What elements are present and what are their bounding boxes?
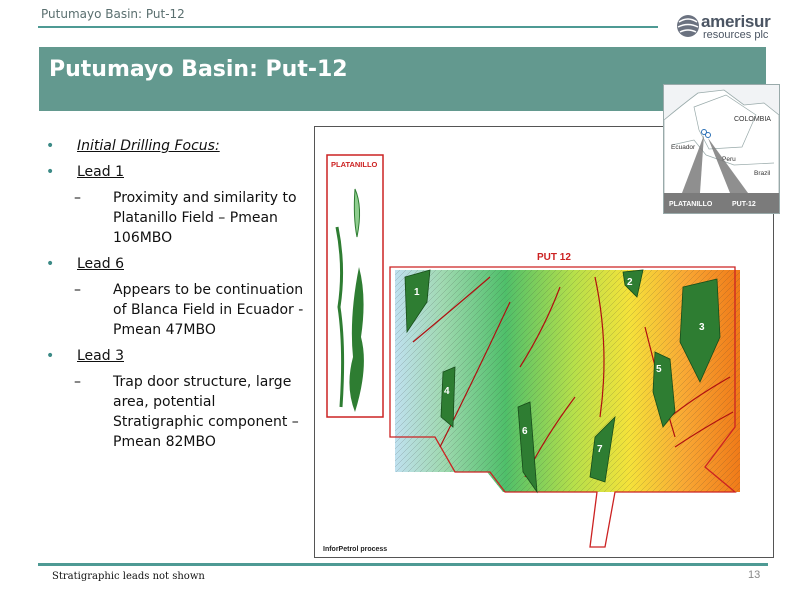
platanillo-label: PLATANILLO [331,160,378,169]
bullet-lead-6: • Lead 6 [40,254,310,274]
sub-bullet-text: Trap door structure, large area, potenti… [113,374,299,450]
lead-number: 2 [627,277,633,288]
inset-put12: PUT-12 [732,201,756,208]
sub-bullet-lead-3: – Trap door structure, large area, poten… [40,372,310,452]
inset-brazil: Brazil [754,170,771,177]
bullet-dot-icon: • [46,256,55,272]
bullet-lead-3: • Lead 3 [40,346,310,366]
inset-svg: COLOMBIA Ecuador Peru Brazil PLATANILLO … [664,85,779,213]
bottom-divider [38,563,768,566]
sub-bullet-text: Appears to be continuation of Blanca Fie… [113,282,304,338]
company-logo: amerisur resources plc [676,10,796,44]
lead-number: 1 [414,287,420,298]
page-number: 13 [748,569,761,581]
sub-bullet-lead-6: – Appears to be continuation of Blanca F… [40,280,310,340]
bullet-dot-icon: • [46,164,55,180]
dash-icon: – [74,374,81,390]
dash-icon: – [74,190,81,206]
inset-ecuador: Ecuador [671,144,696,151]
lead-number: 6 [522,426,528,437]
bullet-list: • Initial Drilling Focus: • Lead 1 – Pro… [40,136,310,458]
sub-bullet-text: Proximity and similarity to Platanillo F… [113,190,297,246]
inset-colombia: COLOMBIA [734,116,771,123]
bullet-lead-1: • Lead 1 [40,162,310,182]
lead-number: 7 [597,444,603,455]
bullet-text: Initial Drilling Focus: [77,138,220,154]
bullet-text: Lead 6 [77,256,124,272]
map-credit: InforPetrol process [323,546,387,553]
header-label: Putumayo Basin: Put-12 [41,7,185,21]
lead-number: 5 [656,364,662,375]
bullet-dot-icon: • [46,348,55,364]
slide-title: Putumayo Basin: Put-12 [49,57,348,82]
location-inset-map: COLOMBIA Ecuador Peru Brazil PLATANILLO … [663,84,780,214]
lead-number: 3 [699,322,705,333]
bullet-text: Lead 3 [77,348,124,364]
lead-number: 4 [444,386,450,397]
logo-globe-icon [677,15,699,37]
top-divider [38,26,658,28]
dash-icon: – [74,282,81,298]
title-bar: Putumayo Basin: Put-12 [39,47,766,111]
inset-platanillo: PLATANILLO [669,201,713,208]
logo-subtitle: resources plc [703,29,769,41]
bullet-text: Lead 1 [77,164,124,180]
bullet-dot-icon: • [46,138,55,154]
sub-bullet-lead-1: – Proximity and similarity to Platanillo… [40,188,310,248]
put12-label: PUT 12 [537,252,571,263]
footnote: Stratigraphic leads not shown [52,571,205,582]
bullet-initial-focus: • Initial Drilling Focus: [40,136,310,156]
lead-4 [440,366,456,428]
